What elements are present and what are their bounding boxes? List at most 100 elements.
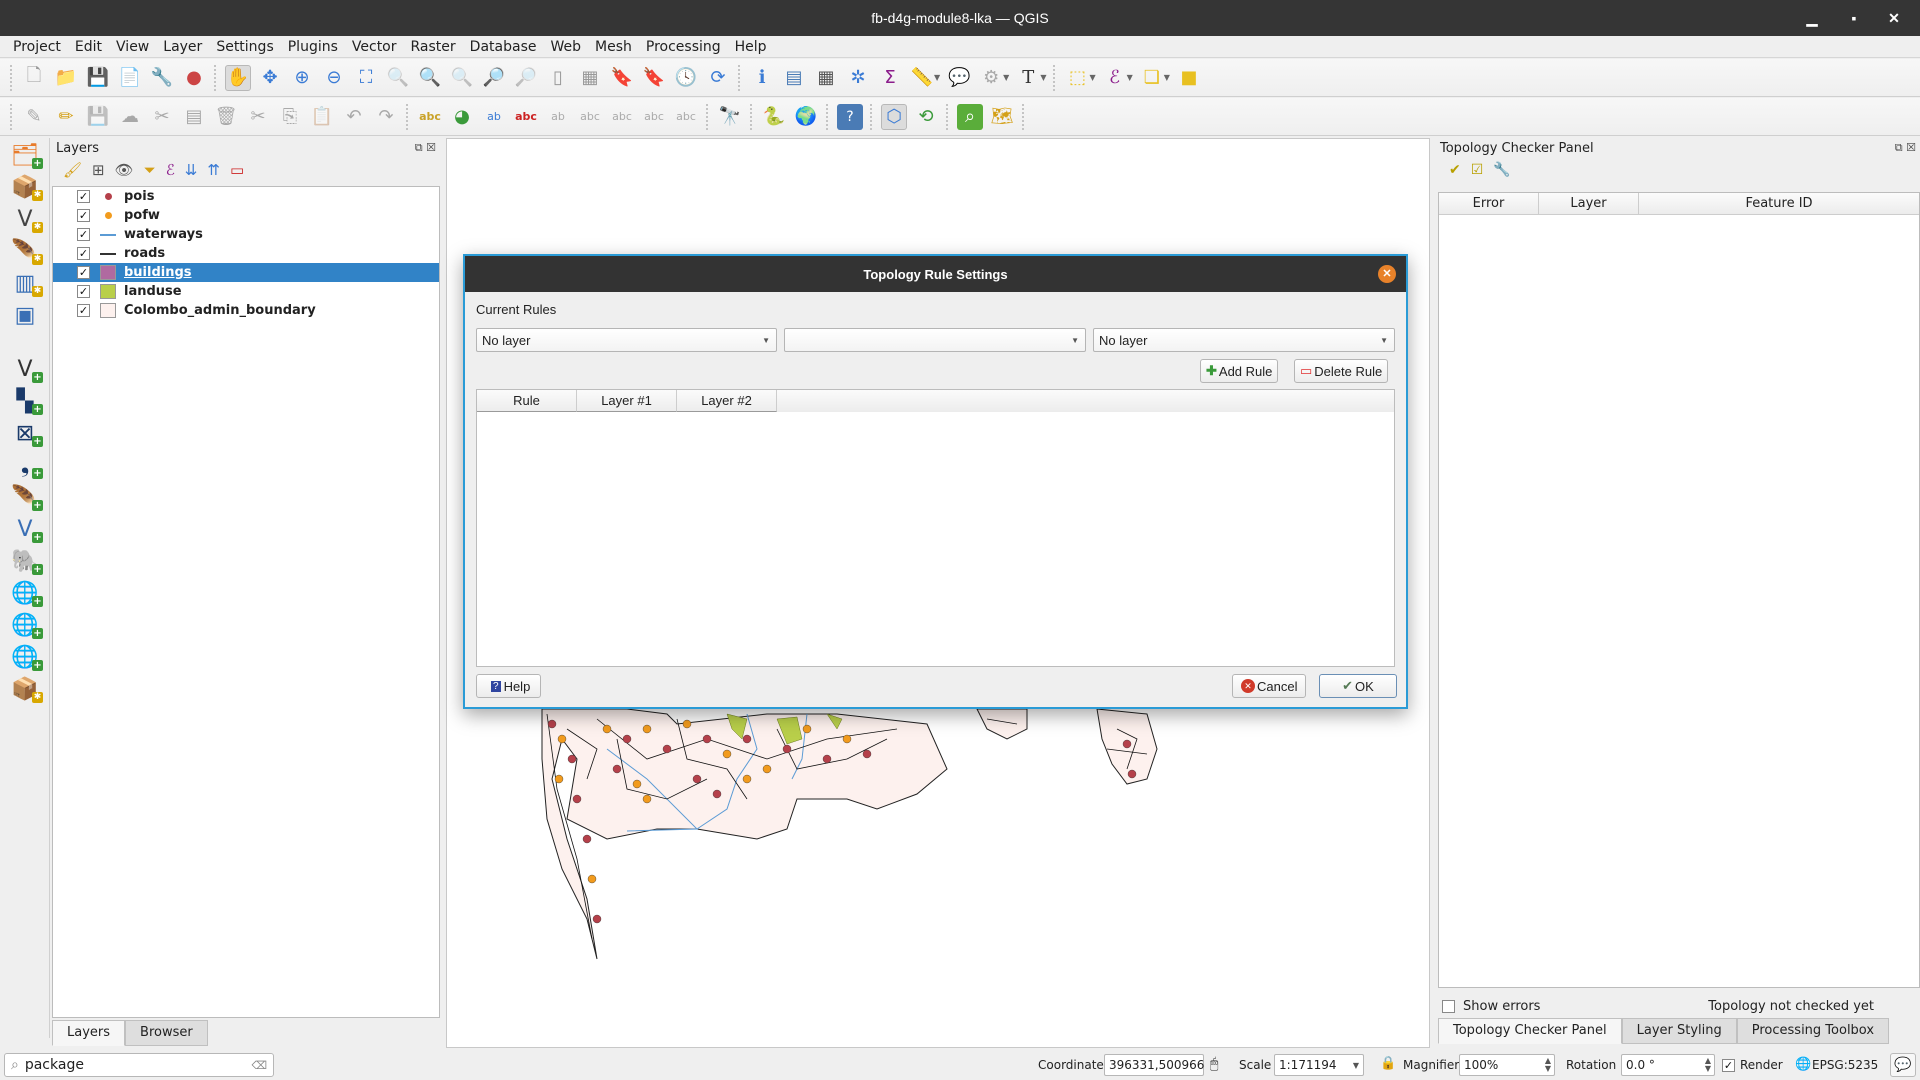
close-panel-icon[interactable]: ☒ <box>426 141 436 154</box>
crs-button[interactable]: EPSG:5235 <box>1812 1058 1878 1072</box>
show-bookmarks-icon[interactable]: 🔖 <box>609 65 635 91</box>
filter-legend-icon[interactable]: ⏷ <box>144 161 156 179</box>
column-feature-id[interactable]: Feature ID <box>1639 193 1919 214</box>
column-error[interactable]: Error <box>1439 193 1539 214</box>
rotation-spin-icon[interactable]: ▲ ▼ <box>1705 1057 1711 1073</box>
manage-map-themes-icon[interactable]: 👁 <box>115 161 134 179</box>
ok-button[interactable]: ✔ OK <box>1319 674 1397 698</box>
redo-icon[interactable]: ↷ <box>373 104 399 130</box>
new-print-layout-icon[interactable]: 📄 <box>117 65 143 91</box>
move-label-icon[interactable]: abc <box>609 104 635 130</box>
actions-dropdown-icon[interactable]: ▼ <box>1003 73 1009 82</box>
select-dropdown-icon[interactable]: ▼ <box>1089 73 1095 82</box>
menu-mesh[interactable]: Mesh <box>588 39 639 55</box>
layer-item-landuse[interactable]: ✓ landuse <box>53 282 439 301</box>
paste-features-icon[interactable]: 📋 <box>309 104 335 130</box>
toggle-unplaced-labels-icon[interactable]: abc <box>513 104 539 130</box>
cut-features-icon[interactable]: ✂ <box>245 104 271 130</box>
help-contents-icon[interactable]: ? <box>837 103 863 130</box>
dialog-close-icon[interactable]: ✕ <box>1378 265 1396 283</box>
add-feature-icon[interactable]: ☁ <box>117 104 143 130</box>
zoom-out-icon[interactable]: ⊖ <box>321 65 347 91</box>
undo-icon[interactable]: ↶ <box>341 104 367 130</box>
column-rule[interactable]: Rule <box>477 390 577 412</box>
collapse-all-icon[interactable]: ⇈ <box>207 161 220 179</box>
processing-toolbox-icon[interactable]: ✲ <box>845 65 871 91</box>
delete-rule-button[interactable]: ▭ Delete Rule <box>1294 359 1389 383</box>
select-expr-dropdown-icon[interactable]: ▼ <box>1127 73 1133 82</box>
toolbar-handle[interactable] <box>10 64 14 91</box>
filter-by-expression-icon[interactable]: ℰ <box>166 161 175 179</box>
style-layer-icon[interactable]: 🖌 <box>63 161 82 179</box>
layer-item-buildings[interactable]: ✓ buildings <box>53 263 439 282</box>
add-postgis-icon[interactable]: 🐘 + <box>7 546 43 576</box>
add-delimited-text-icon[interactable]: ❟ + <box>7 450 43 480</box>
select-features-icon[interactable]: ⬚ <box>1064 65 1090 91</box>
tab-layers[interactable]: Layers <box>52 1020 126 1046</box>
add-raster-layer-icon[interactable]: ▚ + <box>7 386 43 416</box>
new-geopackage-layer-icon[interactable]: 📦 ✱ <box>7 172 43 202</box>
refresh-table-icon[interactable]: ⟲ <box>913 104 939 130</box>
new-shapefile-layer-icon[interactable]: Ⅴ ✱ <box>7 204 43 234</box>
close-panel-icon[interactable]: ☒ <box>1906 141 1916 154</box>
add-group-icon[interactable]: ⊞ <box>92 161 105 179</box>
open-project-icon[interactable]: 📁 <box>53 65 79 91</box>
clear-search-icon[interactable]: ⌫ <box>251 1059 267 1072</box>
modify-attributes-icon[interactable]: ▤ <box>181 104 207 130</box>
scale-combo[interactable]: 1:171194 ▼ <box>1274 1054 1364 1076</box>
close-button[interactable]: ✕ <box>1874 0 1914 36</box>
zoom-native-resolution-icon[interactable]: 🔍 <box>449 65 475 91</box>
layer-visibility-checkbox[interactable]: ✓ <box>77 266 90 279</box>
expand-all-icon[interactable]: ⇊ <box>185 161 198 179</box>
add-virtual-layer-icon[interactable]: Ⅴ + <box>7 514 43 544</box>
validate-all-icon[interactable]: ✔ <box>1449 162 1461 178</box>
remove-layer-icon[interactable]: ▭ <box>230 161 244 179</box>
layer-item-waterways[interactable]: ✓ waterways <box>53 225 439 244</box>
float-panel-icon[interactable]: ⧉ <box>1895 141 1903 154</box>
globe-icon[interactable]: 🌍 <box>793 104 819 130</box>
pan-to-selection-icon[interactable]: ✥ <box>257 65 283 91</box>
toggle-extents-icon[interactable]: 🖱 <box>1210 1056 1218 1072</box>
messages-icon[interactable]: 💬 <box>1890 1053 1916 1077</box>
layer-item-colombo-admin-boundary[interactable]: ✓ Colombo_admin_boundary <box>53 301 439 320</box>
layer-diagram-options-icon[interactable]: ◕ <box>449 104 475 130</box>
tab-topology-checker[interactable]: Topology Checker Panel <box>1438 1018 1622 1044</box>
text-annotation-icon[interactable]: T <box>1015 65 1041 91</box>
georeferencer-icon[interactable]: 🗺 <box>989 104 1015 130</box>
zoom-in-icon[interactable]: ⊕ <box>289 65 315 91</box>
annotation-dropdown-icon[interactable]: ▼ <box>1040 73 1046 82</box>
locator-search-icon[interactable]: ⌕ <box>957 103 983 130</box>
topology-checker-icon[interactable]: ⬡ <box>881 103 907 130</box>
configure-rules-icon[interactable]: 🔧 <box>1493 162 1510 178</box>
float-panel-icon[interactable]: ⧉ <box>415 141 423 154</box>
add-rule-button[interactable]: ✚ Add Rule <box>1200 359 1279 383</box>
add-spatialite-icon[interactable]: 🪶 + <box>7 482 43 512</box>
zoom-next-icon[interactable]: 🔎 <box>513 65 539 91</box>
tab-processing-toolbox[interactable]: Processing Toolbox <box>1736 1018 1890 1044</box>
add-geopackage-icon[interactable]: 📦 ✱ <box>7 674 43 704</box>
zoom-to-selection-icon[interactable]: 🔍 <box>385 65 411 91</box>
pin-labels-icon[interactable]: ab <box>545 104 571 130</box>
layer-item-roads[interactable]: ✓ roads <box>53 244 439 263</box>
locator-search-field[interactable]: ⌕ package ⌫ <box>4 1053 274 1077</box>
show-hide-labels-icon[interactable]: abc <box>577 104 603 130</box>
menu-processing[interactable]: Processing <box>639 39 728 55</box>
data-source-manager-icon[interactable]: 🗂 + <box>7 140 43 170</box>
minimize-button[interactable]: ▁ <box>1792 0 1832 36</box>
statistical-summary-icon[interactable]: Σ <box>877 65 903 91</box>
temporal-controller-icon[interactable]: 🕓 <box>673 65 699 91</box>
add-mesh-icon[interactable]: ⊠ + <box>7 418 43 448</box>
show-errors-checkbox[interactable] <box>1442 999 1455 1013</box>
actions-icon[interactable]: ⚙ <box>978 65 1004 91</box>
layer-item-pofw[interactable]: ✓ pofw <box>53 206 439 225</box>
save-layer-edits-icon[interactable]: 💾 <box>85 104 111 130</box>
menu-raster[interactable]: Raster <box>404 39 463 55</box>
render-checkbox[interactable]: ✓ <box>1722 1059 1735 1072</box>
new-temporary-layer-icon[interactable]: 🪶 ✱ <box>7 236 43 266</box>
magnifier-spin-icon[interactable]: ▲ ▼ <box>1545 1057 1551 1073</box>
add-vector-layer-icon[interactable]: Ⅴ + <box>7 354 43 384</box>
menu-edit[interactable]: Edit <box>68 39 109 55</box>
zoom-to-layer-icon[interactable]: 🔍 <box>417 65 443 91</box>
cancel-button[interactable]: ✕ Cancel <box>1232 674 1307 698</box>
menu-database[interactable]: Database <box>463 39 544 55</box>
